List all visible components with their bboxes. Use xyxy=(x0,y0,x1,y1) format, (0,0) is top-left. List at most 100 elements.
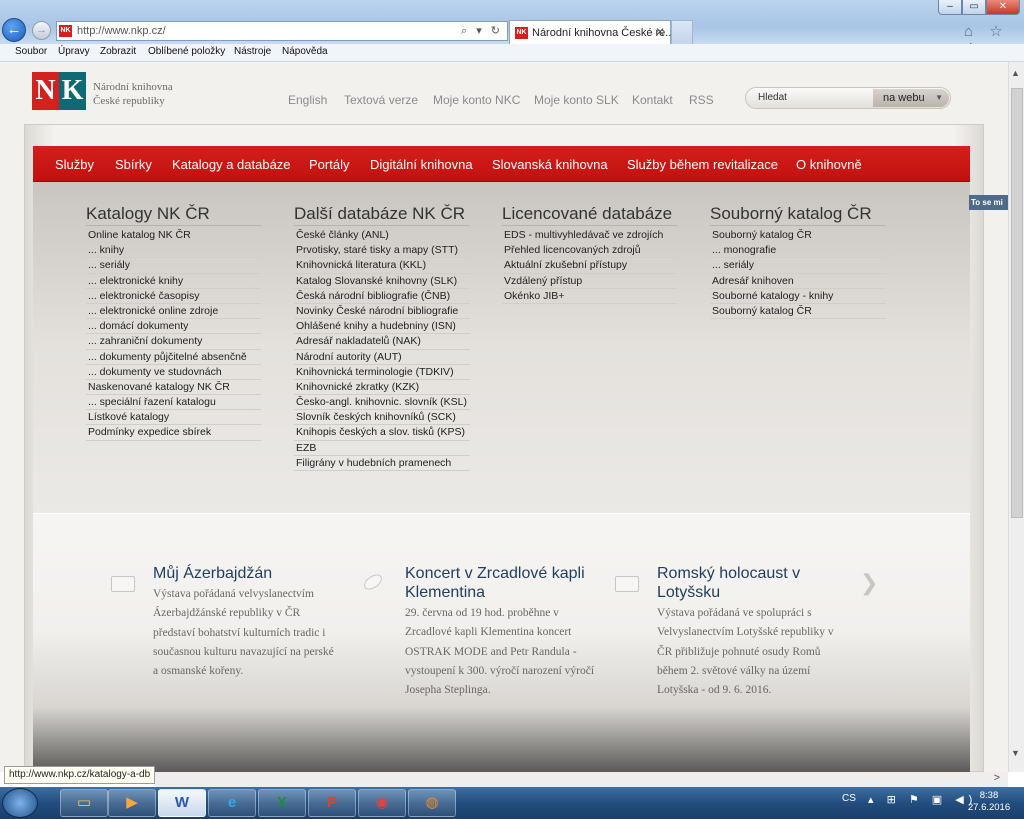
address-bar[interactable]: NK http://www.nkp.cz/ ⌕ ▾ ↻ xyxy=(56,21,508,41)
list-item[interactable]: ... elektronické online zdroje xyxy=(86,304,261,320)
news-item[interactable]: Romský holocaust v Lotyšsku Výstava pořá… xyxy=(657,564,847,700)
nk-logo[interactable]: N K xyxy=(32,72,86,110)
tab-close-icon[interactable]: ✕ xyxy=(655,25,665,39)
tray-icons[interactable]: ▴ ⊞ ⚑ ▣ ◀) xyxy=(868,793,977,806)
list-item[interactable]: ... zahraniční dokumenty xyxy=(86,334,261,350)
nav-slovanska-knihovna[interactable]: Slovanská knihovna xyxy=(492,157,608,172)
link-rss[interactable]: RSS xyxy=(689,93,714,107)
list-item[interactable]: Novinky České národní bibliografie xyxy=(294,304,470,320)
menu-upravy[interactable]: Úpravy xyxy=(58,46,90,57)
list-item[interactable]: ... knihy xyxy=(86,243,261,259)
nav-sluzby-behem-revitalizace[interactable]: Služby během revitalizace xyxy=(627,157,778,172)
scroll-up-icon[interactable]: ▲ xyxy=(1011,68,1020,78)
forward-button[interactable]: → xyxy=(32,21,51,40)
news-title[interactable]: Koncert v Zrcadlové kapli Klementina xyxy=(405,564,595,602)
start-button[interactable] xyxy=(2,788,38,818)
language-indicator[interactable]: CS xyxy=(842,793,856,804)
list-item[interactable]: Knihopis českých a slov. tisků (KPS) xyxy=(294,425,470,441)
chevron-right-icon[interactable]: ❯ xyxy=(860,570,878,596)
search-input[interactable]: Hledat xyxy=(758,92,787,103)
menu-zobrazit[interactable]: Zobrazit xyxy=(100,46,136,57)
internet-explorer-icon[interactable]: e xyxy=(208,789,256,817)
list-item[interactable]: ... speciální řazení katalogu xyxy=(86,395,261,411)
link-english[interactable]: English xyxy=(288,93,327,107)
menu-napoveda[interactable]: Nápověda xyxy=(282,46,328,57)
news-item[interactable]: Koncert v Zrcadlové kapli Klementina 29.… xyxy=(405,564,595,700)
news-title[interactable]: Romský holocaust v Lotyšsku xyxy=(657,564,847,602)
nav-digitalni-knihovna[interactable]: Digitální knihovna xyxy=(370,157,473,172)
chrome-icon[interactable]: ◉ xyxy=(358,789,406,817)
list-item[interactable]: Filigrány v hudebních pramenech xyxy=(294,456,470,471)
list-item[interactable]: EDS - multivyhledávač ve zdrojích xyxy=(502,228,677,244)
nav-sbirky[interactable]: Sbírky xyxy=(115,157,152,172)
list-item[interactable]: ... dokumenty ve studovnách xyxy=(86,365,261,380)
social-side-tab[interactable]: To se mi xyxy=(969,195,1008,210)
explorer-icon[interactable]: ▭ xyxy=(60,789,108,817)
back-button[interactable]: ← xyxy=(2,18,26,42)
list-item[interactable]: Slovník českých knihovníků (SCK) xyxy=(294,410,470,426)
menu-oblibene-polozky[interactable]: Oblíbené položky xyxy=(148,46,225,57)
list-item[interactable]: Podmínky expedice sbírek xyxy=(86,425,261,441)
list-item[interactable]: Lístkové katalogy xyxy=(86,410,261,426)
nav-katalogy-a-databaze[interactable]: Katalogy a databáze xyxy=(172,157,291,172)
list-item[interactable]: Knihovnická literatura (KKL) xyxy=(294,258,470,274)
firefox-icon[interactable]: ◍ xyxy=(408,789,456,817)
list-item[interactable]: Ohlášené knihy a hudebniny (ISN) xyxy=(294,319,470,335)
close-button[interactable]: ✕ xyxy=(986,0,1020,15)
address-url[interactable]: http://www.nkp.cz/ xyxy=(77,25,166,37)
scroll-right-icon[interactable]: > xyxy=(994,772,1000,784)
list-item[interactable]: ... monografie xyxy=(710,243,886,259)
word-icon[interactable]: W xyxy=(158,789,206,817)
address-tools[interactable]: ⌕ ▾ ↻ xyxy=(461,24,503,38)
search-scope-select[interactable]: na webu ▼ xyxy=(873,89,949,107)
menu-soubor[interactable]: Soubor xyxy=(15,46,47,57)
list-item[interactable]: Knihovnická terminologie (TDKIV) xyxy=(294,365,470,380)
scroll-thumb[interactable] xyxy=(1011,88,1023,518)
clock[interactable]: 8:38 27.6.2016 xyxy=(964,790,1014,814)
list-item[interactable]: Souborný katalog ČR xyxy=(710,304,886,320)
logo-text[interactable]: Národní knihovna České republiky xyxy=(93,80,173,108)
menu-nastroje[interactable]: Nástroje xyxy=(234,46,271,57)
tab-nkp[interactable]: NK Národní knihovna České re... ✕ xyxy=(509,20,674,44)
horizontal-scrollbar[interactable]: > xyxy=(155,772,1008,787)
list-item[interactable]: Katalog Slovanské knihovny (SLK) xyxy=(294,274,470,289)
powerpoint-icon[interactable]: P xyxy=(308,789,356,817)
nav-o-knihovne[interactable]: O knihovně xyxy=(796,157,862,172)
list-item[interactable]: Vzdálený přístup xyxy=(502,274,677,289)
list-item[interactable]: České články (ANL) xyxy=(294,228,470,244)
list-item[interactable]: Prvotisky, staré tisky a mapy (STT) xyxy=(294,243,470,259)
list-item[interactable]: Naskenované katalogy NK ČR xyxy=(86,380,261,396)
list-item[interactable]: Přehled licencovaných zdrojů xyxy=(502,243,677,259)
list-item[interactable]: Česká národní bibliografie (ČNB) xyxy=(294,289,470,304)
list-item[interactable]: EZB xyxy=(294,441,470,456)
list-item[interactable]: Knihovnické zkratky (KZK) xyxy=(294,380,470,396)
minimize-button[interactable]: – xyxy=(938,0,962,15)
list-item[interactable]: Česko-angl. knihovnic. slovník (KSL) xyxy=(294,395,470,411)
list-item[interactable]: Národní autority (AUT) xyxy=(294,350,470,365)
list-item[interactable]: Online katalog NK ČR xyxy=(86,228,261,244)
new-tab-button[interactable] xyxy=(671,20,693,44)
list-item[interactable]: Okénko JIB+ xyxy=(502,289,677,304)
list-item[interactable]: ... seriály xyxy=(710,258,886,274)
news-item[interactable]: Můj Ázerbajdžán Výstava pořádaná velvysl… xyxy=(153,564,338,681)
maximize-button[interactable]: ▭ xyxy=(962,0,986,15)
list-item[interactable]: ... seriály xyxy=(86,258,261,274)
nav-sluzby[interactable]: Služby xyxy=(55,157,94,172)
scroll-down-icon[interactable]: ▼ xyxy=(1011,748,1020,758)
list-item[interactable]: Aktuální zkušební přístupy xyxy=(502,258,677,274)
list-item[interactable]: ... elektronické knihy xyxy=(86,274,261,289)
link-kontakt[interactable]: Kontakt xyxy=(632,93,673,107)
list-item[interactable]: Souborný katalog ČR xyxy=(710,228,886,244)
list-item[interactable]: ... domácí dokumenty xyxy=(86,319,261,335)
list-item[interactable]: ... elektronické časopisy xyxy=(86,289,261,304)
list-item[interactable]: Adresář nakladatelů (NAK) xyxy=(294,334,470,350)
link-moje-konto-nkc[interactable]: Moje konto NKC xyxy=(433,93,520,107)
list-item[interactable]: Souborné katalogy - knihy xyxy=(710,289,886,304)
vertical-scrollbar[interactable]: ▲ ▼ xyxy=(1008,62,1024,772)
news-title[interactable]: Můj Ázerbajdžán xyxy=(153,564,338,583)
excel-icon[interactable]: X xyxy=(258,789,306,817)
list-item[interactable]: ... dokumenty půjčitelné absenčně xyxy=(86,350,261,365)
link-textova-verze[interactable]: Textová verze xyxy=(344,93,418,107)
link-moje-konto-slk[interactable]: Moje konto SLK xyxy=(534,93,619,107)
list-item[interactable]: Adresář knihoven xyxy=(710,274,886,289)
